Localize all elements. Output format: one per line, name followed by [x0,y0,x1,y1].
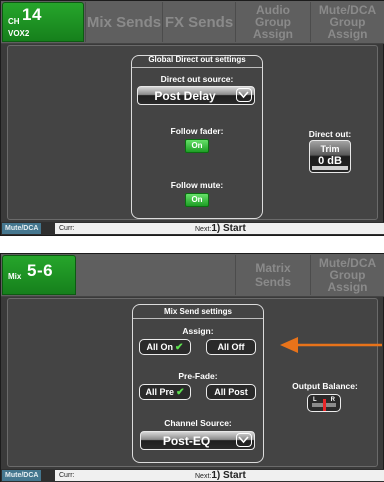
mix-processing-screen: Mix 5-6 Matrix Sends Mute/DCA Group Assi… [0,253,384,482]
group-title: Mix Send settings [163,307,232,316]
next-scene-prefix: Next: [195,473,212,480]
next-scene-value: 1) Start [211,470,246,481]
scene-bar: Curr: Next:1) Start [55,470,384,481]
channel-prefix: CH [8,17,20,26]
status-bar: Mute/DCA Curr: Next:1) Start [1,222,384,235]
mix-prefix: Mix [8,272,22,281]
tab-bar: CH 14 VOX2 Mix Sends FX Sends Audio Grou… [1,1,384,44]
current-scene-label: Curr: [59,472,75,479]
tab-mix-sends[interactable]: Mix Sends [85,2,162,42]
output-balance-control[interactable]: L R [307,394,341,412]
direct-out-label: Direct out: [308,129,352,139]
tab-label-line2: Group Assign [327,15,368,41]
check-icon: ✔ [176,386,185,398]
direct-out-source-value: Post Delay [154,89,216,103]
divider [132,67,262,68]
scene-bar: Curr: Next:1) Start [55,223,384,234]
mute-dca-button[interactable]: Mute/DCA [2,223,42,234]
follow-mute-label: Follow mute: [170,180,224,190]
channel-number: 14 [22,5,42,24]
follow-fader-on-button[interactable]: On [185,139,209,153]
tab-mute-dca-group-assign[interactable]: Mute/DCA Group Assign [310,255,384,295]
all-on-label: All On [146,342,174,352]
next-scene-value: 1) Start [211,223,246,234]
channel-source-value: Post-EQ [162,434,211,448]
check-icon: ✔ [175,341,184,353]
tab-label-line2: Group Assign [327,268,368,294]
direct-out-source-label: Direct out source: [160,74,234,84]
pre-fade-label: Pre-Fade: [178,371,218,381]
channel-source-dropdown[interactable]: Post-EQ [140,431,255,450]
mix-tab[interactable]: Mix 5-6 [2,255,76,295]
chevron-down-icon [236,88,252,102]
mute-dca-button[interactable]: Mute/DCA [2,470,42,481]
status-bar: Mute/DCA Curr: Next:1) Start [1,469,384,482]
tab-label-line2: Group Assign [252,15,293,41]
all-pre-label: All Pre [145,387,175,397]
direct-out-source-dropdown[interactable]: Post Delay [137,86,255,105]
follow-mute-on-button[interactable]: On [185,193,209,207]
tab-mute-dca-group-assign[interactable]: Mute/DCA Group Assign [310,2,384,42]
divider [133,318,263,319]
arrow-left-icon [280,337,382,353]
channel-tab[interactable]: CH 14 VOX2 [2,2,84,42]
settings-panel: Mix Send settings Assign: All On ✔ All Of… [7,298,382,467]
next-scene-prefix: Next: [195,226,212,233]
chevron-down-icon [236,433,252,447]
tab-audio-group-assign[interactable]: Audio Group Assign [235,2,310,42]
next-scene[interactable]: Next:1) Start [195,223,246,235]
mix-number: 5-6 [27,261,54,280]
mix-send-group: Mix Send settings Assign: All On ✔ All Of… [132,304,264,463]
channel-name: VOX2 [8,29,30,38]
trim-label: Trim [320,144,340,154]
trim-bar [312,166,348,170]
tab-bar: Mix 5-6 Matrix Sends Mute/DCA Group Assi… [1,254,384,297]
trim-button[interactable]: Trim 0 dB [309,140,351,173]
output-balance-label: Output Balance: [292,381,358,391]
direct-out-group: Global Direct out settings Direct out so… [131,55,263,219]
tab-fx-sends[interactable]: FX Sends [162,2,235,42]
tab-matrix-sends[interactable]: Matrix Sends [235,255,310,295]
next-scene[interactable]: Next:1) Start [195,470,246,482]
group-title: Global Direct out settings [148,55,246,64]
all-pre-button[interactable]: All Pre ✔ [139,384,191,400]
channel-processing-screen: CH 14 VOX2 Mix Sends FX Sends Audio Grou… [0,0,384,236]
all-post-button[interactable]: All Post [206,384,256,400]
balance-knob[interactable] [322,399,326,411]
settings-panel: Global Direct out settings Direct out so… [7,45,378,220]
channel-source-label: Channel Source: [164,418,232,428]
assign-label: Assign: [182,326,214,336]
all-on-button[interactable]: All On ✔ [139,339,191,355]
current-scene-label: Curr: [59,225,75,232]
follow-fader-label: Follow fader: [170,126,224,136]
all-off-button[interactable]: All Off [206,339,256,355]
